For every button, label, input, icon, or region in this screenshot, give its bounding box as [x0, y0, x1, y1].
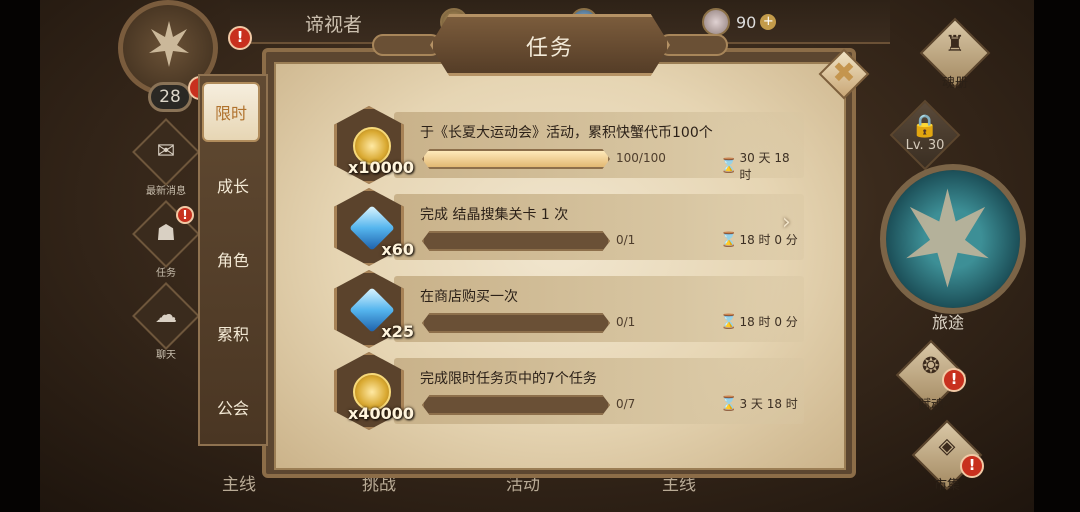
- task-timer: ⌛ 3 天 18 时: [720, 395, 798, 412]
- gem-amount: 90: [736, 12, 757, 32]
- market-alert-icon: !: [960, 454, 984, 478]
- lock-icon: 🔒: [911, 114, 939, 139]
- screen-edge-right: [1034, 0, 1080, 512]
- profile-alert-icon: !: [228, 26, 252, 50]
- task-timer: ⌛ 30 天 18 时: [720, 149, 804, 183]
- tab-cumulative[interactable]: 累积: [196, 300, 270, 370]
- gem-resource: 90 +: [702, 8, 777, 36]
- task-time-left: 30 天 18 时: [739, 151, 790, 182]
- task-progress-count: 0/7: [616, 397, 636, 411]
- soul-book-button[interactable]: ♜ 魂册: [919, 17, 991, 92]
- hourglass-icon: ⌛: [720, 158, 738, 174]
- soul-book-icon: ♜: [945, 32, 965, 57]
- task-progress-count: 0/1: [616, 315, 636, 329]
- hourglass-icon: ⌛: [720, 231, 738, 248]
- locked-level-label: Lv. 30: [905, 138, 945, 153]
- screen-edge-left: [0, 0, 40, 512]
- add-gem-button[interactable]: +: [760, 14, 777, 30]
- tab-limited[interactable]: 限时: [202, 82, 260, 142]
- task-time-left: 18 时 0 分: [739, 315, 798, 329]
- player-level-badge: 28: [148, 82, 192, 112]
- task-progress-bar: [422, 395, 610, 415]
- task-description: 完成 结晶搜集关卡 1 次: [420, 207, 569, 223]
- endow-soul-alert-icon: !: [942, 368, 966, 392]
- reward-quantity: x60: [381, 240, 414, 259]
- nav-news[interactable]: ✉ 最新消息: [132, 118, 200, 197]
- endow-soul-label: 赋魂: [917, 398, 944, 413]
- hourglass-icon: ⌛: [720, 395, 738, 412]
- task-row[interactable]: x60 完成 结晶搜集关卡 1 次 0/1 ⌛ 18 时 0 分: [334, 188, 804, 266]
- task-progress-bar: [422, 149, 610, 169]
- chat-icon: ☁: [155, 303, 177, 328]
- journey-label: 旅途: [932, 313, 965, 332]
- task-row[interactable]: x40000 完成限时任务页中的7个任务 0/7 ⌛ 3 天 18 时: [334, 352, 804, 430]
- task-description: 于《长夏大运动会》活动，累积快蟹代币100个: [420, 125, 713, 141]
- task-progress-count: 0/1: [616, 233, 636, 247]
- tab-guild[interactable]: 公会: [196, 374, 270, 444]
- news-icon: ✉: [156, 139, 176, 164]
- modal-title: 任务: [525, 36, 574, 61]
- journey-button[interactable]: [880, 164, 1026, 314]
- task-row[interactable]: x25 在商店购买一次 0/1 ⌛ 18 时 0 分: [334, 270, 804, 348]
- task-description: 完成限时任务页中的7个任务: [420, 371, 597, 387]
- task-category-tabs: 限时 成长 角色 累积 公会: [196, 74, 270, 454]
- player-name: 谛视者: [305, 14, 363, 36]
- close-icon: ✖: [832, 56, 856, 89]
- soul-book-label: 魂册: [941, 76, 968, 91]
- tab-growth[interactable]: 成长: [196, 152, 270, 222]
- task-timer: ⌛ 18 时 0 分: [720, 313, 798, 330]
- emblem-icon: [149, 21, 189, 67]
- task-time-left: 3 天 18 时: [739, 397, 798, 411]
- reward-quantity: x40000: [348, 404, 414, 423]
- reward-quantity: x25: [381, 322, 414, 341]
- task-progress-count: 100/100: [616, 151, 666, 165]
- journey-emblem-icon: [906, 188, 989, 288]
- game-scene: 谛视者 245 160 90 + 28 ! ! ✉ 最新消息 ☗ 任务 ☁ 聊天…: [0, 0, 1080, 512]
- hourglass-icon: ⌛: [720, 313, 738, 330]
- task-description: 在商店购买一次: [420, 289, 518, 305]
- close-button[interactable]: ✖: [818, 48, 870, 100]
- bottom-tab-main[interactable]: 主线: [222, 470, 256, 495]
- tab-character[interactable]: 角色: [196, 226, 270, 296]
- task-row[interactable]: x10000 于《长夏大运动会》活动，累积快蟹代币100个 100/100 ⌛ 3…: [334, 106, 804, 184]
- nav-chat[interactable]: ☁ 聊天: [132, 282, 200, 361]
- reward-quantity: x10000: [348, 158, 414, 177]
- gem-icon: [702, 8, 730, 36]
- task-alert-icon: !: [176, 206, 194, 224]
- go-to-task-arrow-icon[interactable]: ›: [782, 210, 791, 235]
- task-progress-bar: [422, 231, 610, 251]
- task-progress-bar: [422, 313, 610, 333]
